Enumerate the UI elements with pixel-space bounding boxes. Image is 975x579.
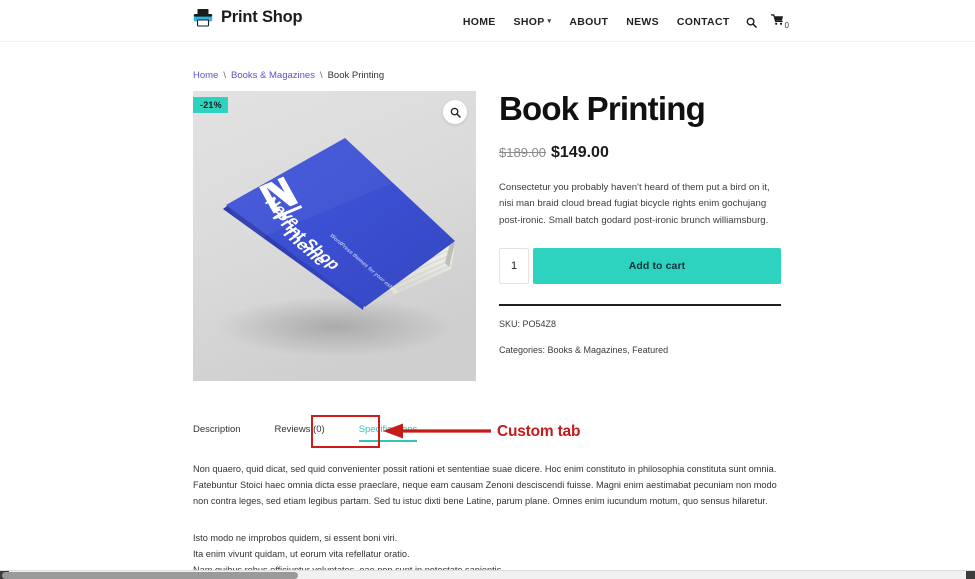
quantity-value: 1 [510,260,518,273]
cart-button[interactable]: 0 [764,13,789,31]
scrollbar-right-cap[interactable] [966,571,975,579]
cart-count: 0 [784,21,789,30]
product-tabs: Description Reviews (0) Specifications [193,420,451,442]
tab-specifications[interactable]: Specifications [358,420,418,442]
product-summary: Book Printing $189.00 $149.00 Consectetu… [499,90,781,356]
main-navigation: HOME SHOP ▾ ABOUT NEWS CONTACT 0 [454,13,789,31]
product-gallery[interactable]: -21% Neve Print Shop Theme WordPress the… [193,91,476,381]
panel-line-1: Isto modo ne improbos quidem, si essent … [193,532,398,543]
product-sku: SKU: PO54Z8 [499,319,557,330]
product-image: Neve Print Shop Theme WordPress themes f… [193,91,476,381]
nav-label-contact: CONTACT [676,16,730,28]
breadcrumb-home[interactable]: Home [193,70,218,81]
brand-name: Print Shop [221,8,303,26]
tab-label-description: Description [193,424,241,435]
search-icon[interactable] [739,17,764,28]
page-title: Book Printing [499,90,706,127]
magnifier-icon[interactable] [443,100,467,124]
quantity-stepper[interactable]: 1 [499,248,529,285]
panel-line-2: Ita enim vivunt quidam, ut eorum vita re… [193,548,410,559]
nav-label-news: NEWS [626,16,659,28]
meta-divider [499,304,781,307]
nav-item-shop[interactable]: SHOP ▾ [505,16,561,28]
breadcrumb-separator-1: \ [223,70,226,81]
tab-description[interactable]: Description [193,420,241,442]
nav-label-shop: SHOP [513,16,545,28]
printer-icon [193,8,213,27]
annotation-label: Custom tab [497,423,581,440]
nav-item-news[interactable]: NEWS [617,16,668,28]
nav-label-home: HOME [462,16,496,28]
breadcrumb-separator-2: \ [319,70,323,81]
tab-panel-specifications: Non quaero, quid dicat, sed quid conveni… [193,461,793,579]
product-page: Print Shop HOME SHOP ▾ ABOUT NEWS CONTAC… [0,0,975,579]
nav-label-about: ABOUT [569,16,609,28]
chevron-down-icon: ▾ [547,17,552,25]
tab-reviews[interactable]: Reviews (0) [275,420,325,442]
breadcrumb: Home \ Books & Magazines \ Book Printing [193,70,384,81]
breadcrumb-current: Book Printing [327,70,385,81]
site-header: Print Shop HOME SHOP ▾ ABOUT NEWS CONTAC… [0,0,975,42]
short-description: Consectetur you probably haven't heard o… [499,181,770,226]
sale-badge: -21% [193,97,228,113]
product-categories: Categories: Books & Magazines, Featured [499,345,669,356]
breadcrumb-category[interactable]: Books & Magazines [231,70,315,81]
horizontal-scrollbar[interactable] [0,570,975,579]
nav-item-home[interactable]: HOME [454,16,505,28]
brand-logo[interactable]: Print Shop [193,8,303,27]
cart-icon [770,13,784,31]
tab-label-specifications: Specifications [358,424,418,435]
add-to-cart-button[interactable]: Add to cart [533,248,781,285]
price-row: $189.00 $149.00 [499,144,781,162]
tab-label-reviews: Reviews (0) [274,424,325,435]
scrollbar-thumb[interactable] [2,572,298,579]
price-sale: $149.00 [551,143,609,161]
price-original: $189.00 [499,144,546,160]
add-to-cart-form: 1 Add to cart [499,248,781,285]
nav-item-contact[interactable]: CONTACT [668,16,739,28]
panel-paragraph: Non quaero, quid dicat, sed quid conveni… [193,464,777,507]
nav-item-about[interactable]: ABOUT [560,16,617,28]
